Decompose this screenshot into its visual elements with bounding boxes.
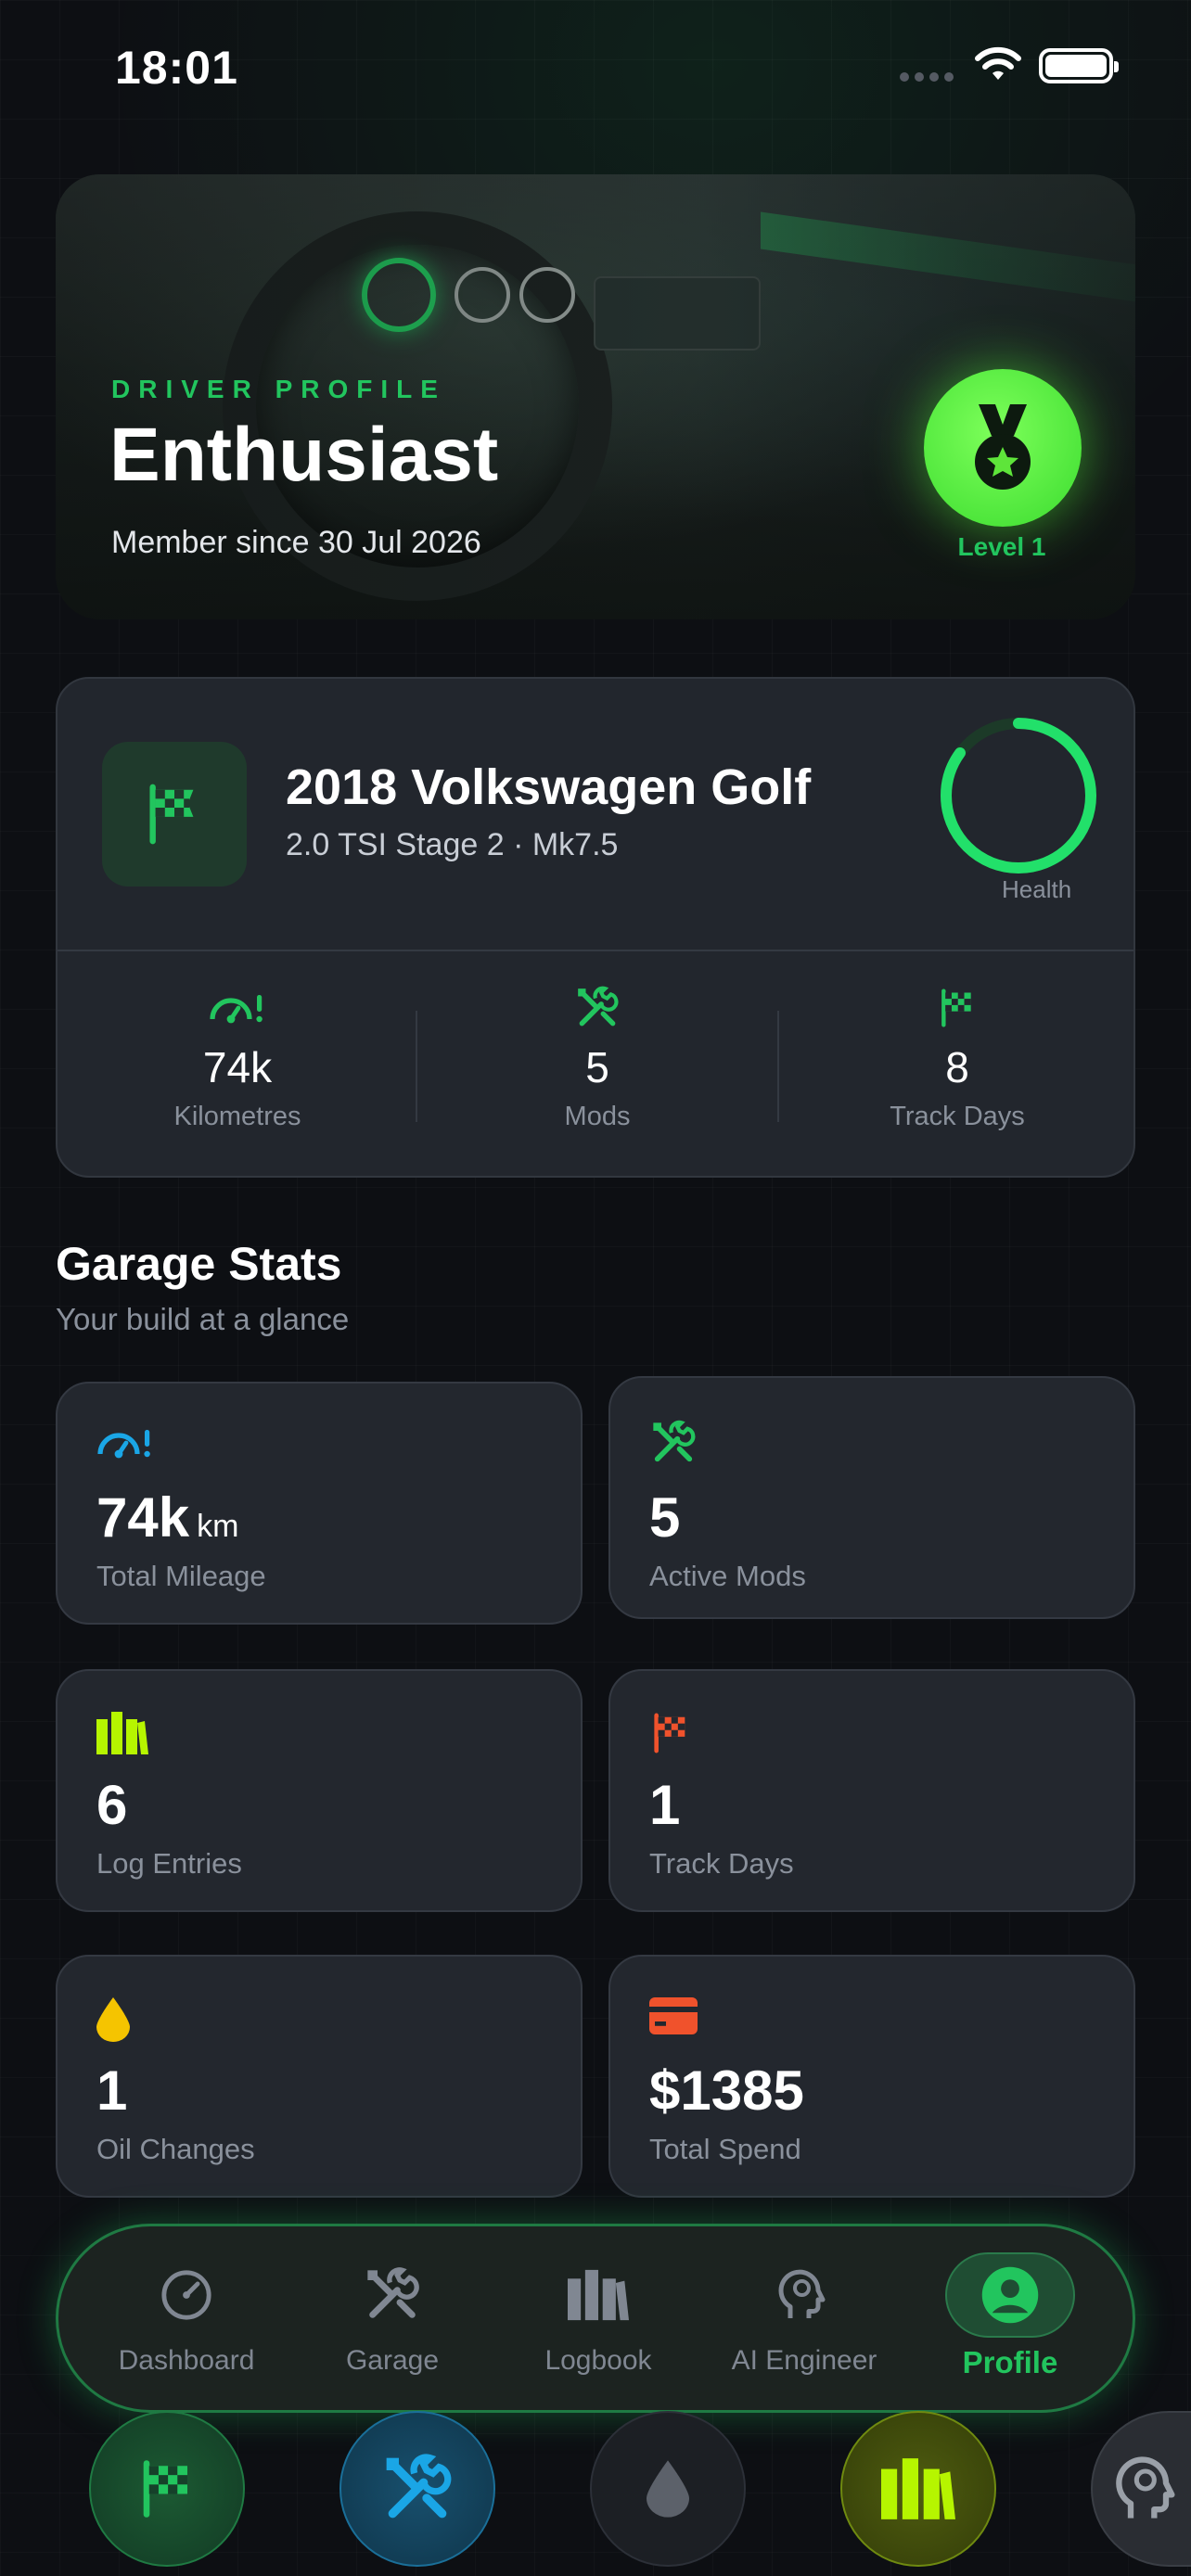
stat-label: Log Entries: [96, 1847, 242, 1880]
stat-value: $1385: [649, 2060, 804, 2122]
stat-label: Total Mileage: [96, 1560, 266, 1592]
garage-stats-title: Garage Stats: [56, 1238, 342, 1290]
stat-value: 1: [649, 1774, 681, 1836]
level-label: Level 1: [957, 532, 1046, 561]
books-icon: [496, 2262, 700, 2328]
quick-track-day-button[interactable]: [89, 2411, 245, 2567]
vehicle-stat-value: 8: [945, 1043, 969, 1091]
gauge-icon: [84, 2262, 288, 2328]
stat-tile-log-entries[interactable]: 6 Log Entries: [56, 1669, 583, 1912]
tab-ai-engineer[interactable]: AI Engineer: [702, 2262, 906, 2377]
vehicle-stat-label: Kilometres: [173, 1102, 301, 1131]
brain-head-icon: [702, 2262, 906, 2328]
cellular-signal-icon: [900, 72, 954, 82]
brain-head-icon: [1116, 2456, 1175, 2519]
stat-label: Oil Changes: [96, 2133, 255, 2165]
tools-icon: [290, 2262, 494, 2328]
tab-logbook[interactable]: Logbook: [496, 2262, 700, 2377]
level-badge[interactable]: [924, 369, 1082, 527]
tools-icon: [386, 2454, 452, 2519]
stat-tile-oil-changes[interactable]: 1 Oil Changes: [56, 1955, 583, 2198]
tab-dashboard[interactable]: Dashboard: [84, 2262, 288, 2377]
quick-ai-engineer-button[interactable]: [1091, 2411, 1191, 2567]
battery-icon: [1039, 48, 1119, 83]
books-icon: [96, 1712, 148, 1759]
status-bar: 18:01: [0, 0, 1191, 139]
stat-value: 74k km: [96, 1486, 239, 1549]
vehicle-card-divider: [58, 950, 1133, 951]
checkered-flag-icon: [149, 784, 194, 845]
tab-label: Garage: [345, 2345, 440, 2376]
wifi-icon: [975, 46, 1021, 80]
garage-stats-subtitle: Your build at a glance: [56, 1302, 350, 1336]
stat-value: 6: [96, 1774, 128, 1836]
health-label: Health: [1002, 875, 1072, 903]
vehicle-stat-label: Track Days: [890, 1102, 1025, 1131]
quick-log-entry-button[interactable]: [840, 2411, 996, 2567]
stat-tile-total-mileage[interactable]: 74k km Total Mileage: [56, 1382, 583, 1625]
books-icon: [881, 2458, 955, 2519]
checkered-flag-icon: [777, 985, 1137, 1031]
driver-profile-hero: DRIVER PROFILE Enthusiast Member since 3…: [56, 174, 1135, 619]
driver-title: Enthusiast: [109, 413, 499, 497]
vehicle-name: 2018 Volkswagen Golf: [286, 759, 812, 815]
bottom-nav: Dashboard Garage Logbook AI Engineer Pro…: [56, 2224, 1135, 2413]
stat-label: Total Spend: [649, 2133, 801, 2165]
profile-icon: [908, 2262, 1112, 2328]
tab-label: Profile: [962, 2345, 1058, 2379]
tools-icon: [417, 985, 777, 1031]
quick-oil-change-button[interactable]: [590, 2411, 746, 2567]
member-since: Member since 30 Jul 2026: [111, 525, 481, 560]
stat-label: Active Mods: [649, 1560, 806, 1592]
speedometer-icon: [96, 1424, 154, 1466]
vehicle-stat-value: 5: [585, 1043, 609, 1091]
quick-add-mod-button[interactable]: [339, 2411, 495, 2567]
health-ring: [941, 718, 1096, 874]
stat-value: 1: [96, 2060, 128, 2122]
tab-label: AI Engineer: [731, 2345, 877, 2376]
tools-icon: [649, 1419, 698, 1472]
oil-drop-icon: [647, 2460, 689, 2518]
stat-unit: km: [197, 1509, 239, 1544]
vehicle-stat-label: Mods: [564, 1102, 631, 1131]
oil-drop-icon: [96, 1997, 130, 2047]
vehicle-spec: 2.0 TSI Stage 2 · Mk7.5: [286, 827, 619, 862]
vehicle-stat-kilometres: 74k Kilometres: [58, 985, 417, 1132]
stat-tile-total-spend[interactable]: $1385 Total Spend: [608, 1955, 1135, 2198]
tab-label: Dashboard: [118, 2345, 255, 2376]
status-time: 18:01: [115, 42, 238, 94]
vehicle-stat-track-days: 8 Track Days: [777, 985, 1137, 1132]
checkered-flag-icon: [649, 1712, 692, 1759]
vehicle-stat-mods: 5 Mods: [417, 985, 777, 1132]
vehicle-icon-tile: [102, 742, 247, 886]
stat-value: 5: [649, 1486, 681, 1549]
tab-garage[interactable]: Garage: [290, 2262, 494, 2377]
hero-eyebrow: DRIVER PROFILE: [111, 375, 446, 403]
tab-label: Logbook: [544, 2345, 652, 2376]
stat-tile-active-mods[interactable]: 5 Active Mods: [608, 1376, 1135, 1619]
speedometer-icon: [58, 985, 417, 1031]
medal-icon: [975, 404, 1031, 490]
tab-profile[interactable]: Profile: [908, 2252, 1112, 2380]
stat-tile-track-days[interactable]: 1 Track Days: [608, 1669, 1135, 1912]
credit-card-icon: [649, 1997, 698, 2039]
checkered-flag-icon: [143, 2460, 187, 2518]
vehicle-card[interactable]: 2018 Volkswagen Golf 2.0 TSI Stage 2 · M…: [56, 677, 1135, 1178]
vehicle-stat-value: 74k: [202, 1043, 273, 1091]
stat-label: Track Days: [649, 1847, 794, 1880]
